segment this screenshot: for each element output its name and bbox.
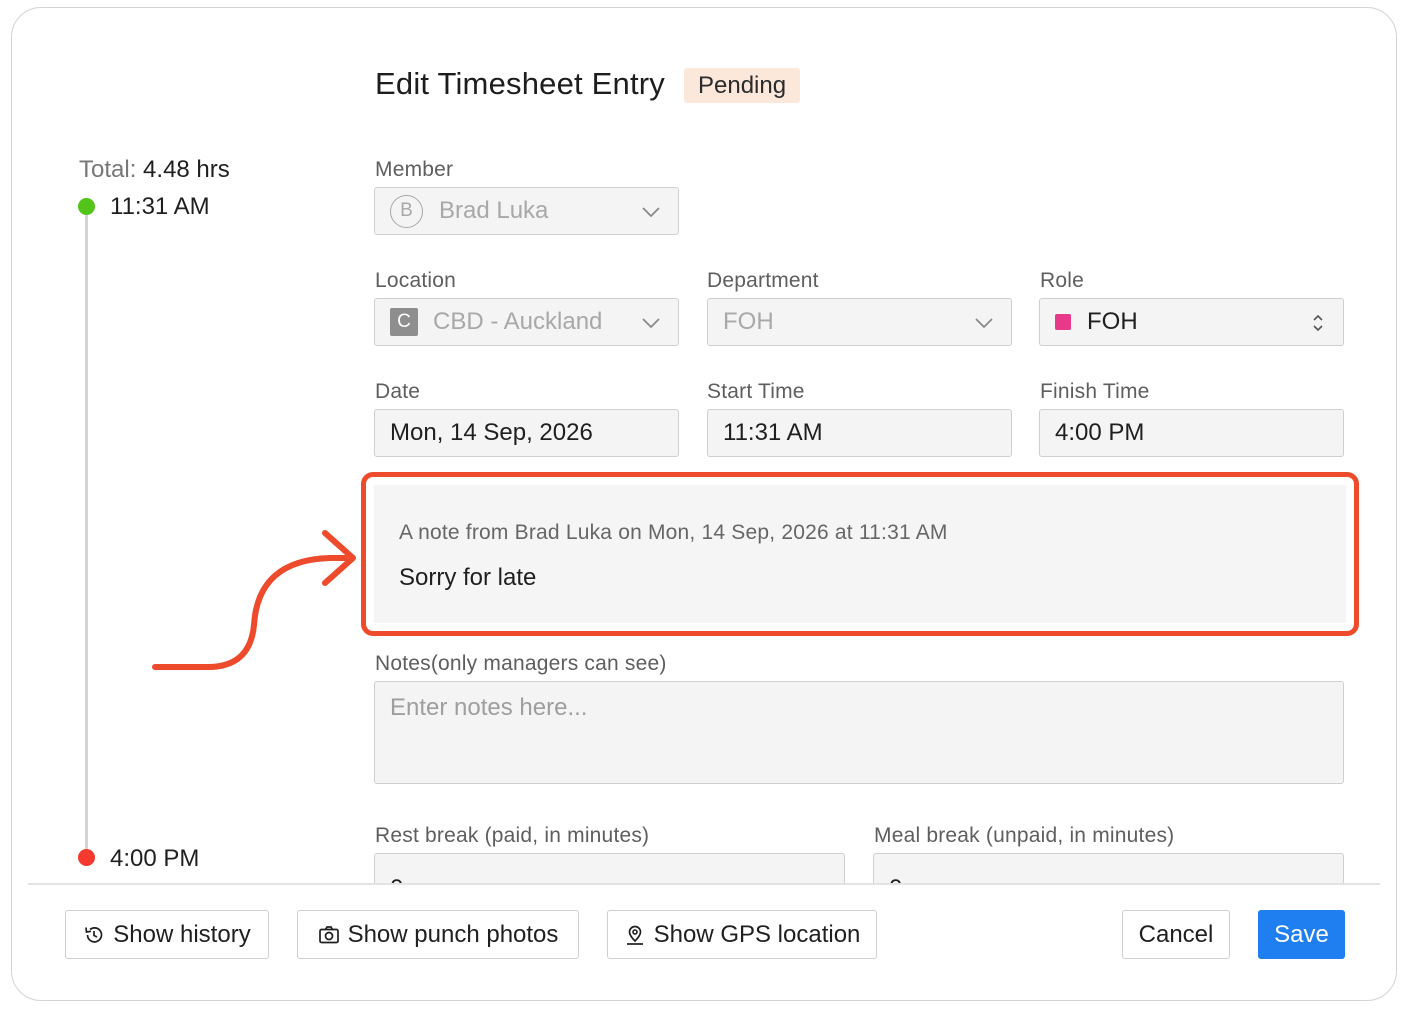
chevron-down-icon <box>973 312 995 334</box>
rest-break-input[interactable]: 0 <box>374 853 845 883</box>
member-label: Member <box>375 158 454 181</box>
manager-notes-textarea[interactable]: Enter notes here... <box>374 681 1344 784</box>
show-history-button[interactable]: Show history <box>65 910 269 959</box>
callout-arrow-icon <box>152 530 356 670</box>
date-value: Mon, 14 Sep, 2026 <box>390 419 593 446</box>
note-text: Sorry for late <box>399 564 537 591</box>
role-color-swatch <box>1055 314 1071 330</box>
meal-break-value: 0 <box>889 875 902 883</box>
show-gps-location-button[interactable]: Show GPS location <box>607 910 877 959</box>
role-value: FOH <box>1087 308 1138 335</box>
timeline-start-time: 11:31 AM <box>110 193 210 220</box>
status-badge: Pending <box>684 68 801 103</box>
location-badge: C <box>390 308 418 336</box>
cancel-label: Cancel <box>1138 920 1214 948</box>
chevron-down-icon <box>640 201 662 223</box>
start-time-input[interactable]: 11:31 AM <box>707 409 1012 457</box>
date-label: Date <box>375 380 421 403</box>
save-button[interactable]: Save <box>1258 910 1345 959</box>
show-punch-photos-label: Show punch photos <box>347 920 559 948</box>
location-pin-icon <box>624 924 646 946</box>
total-hours: Total: 4.48 hrs <box>79 156 230 184</box>
total-value: 4.48 hrs <box>143 156 230 183</box>
member-value: Brad Luka <box>439 197 549 224</box>
location-label: Location <box>375 269 456 292</box>
finish-time-input[interactable]: 4:00 PM <box>1039 409 1344 457</box>
timeline-line <box>85 206 88 858</box>
history-icon <box>83 924 105 946</box>
meal-break-label: Meal break (unpaid, in minutes) <box>874 824 1175 847</box>
manager-notes-label: Notes(only managers can see) <box>375 652 667 675</box>
start-dot <box>78 198 95 215</box>
select-arrows-icon <box>1311 310 1325 336</box>
show-punch-photos-button[interactable]: Show punch photos <box>297 910 579 959</box>
member-select: B Brad Luka <box>374 187 679 235</box>
page-title: Edit Timesheet Entry <box>375 66 666 101</box>
employee-note-highlight: A note from Brad Luka on Mon, 14 Sep, 20… <box>361 472 1359 636</box>
rest-break-value: 0 <box>390 875 403 883</box>
start-time-label: Start Time <box>707 380 805 403</box>
chevron-down-icon <box>640 312 662 334</box>
role-select[interactable]: FOH <box>1039 298 1344 346</box>
end-dot <box>78 849 95 866</box>
member-avatar: B <box>390 194 423 228</box>
meal-break-input[interactable]: 0 <box>873 853 1344 883</box>
employee-note <box>374 485 1346 623</box>
footer-divider <box>28 883 1380 885</box>
finish-time-label: Finish Time <box>1040 380 1150 403</box>
start-time-value: 11:31 AM <box>723 419 823 446</box>
camera-icon <box>318 924 340 946</box>
show-gps-location-label: Show GPS location <box>653 920 861 948</box>
total-label: Total: <box>79 156 137 183</box>
role-label: Role <box>1040 269 1084 292</box>
date-input[interactable]: Mon, 14 Sep, 2026 <box>374 409 679 457</box>
note-meta: A note from Brad Luka on Mon, 14 Sep, 20… <box>399 521 948 544</box>
department-value: FOH <box>723 308 774 335</box>
timeline-end-time: 4:00 PM <box>110 845 200 872</box>
scrollable-content[interactable]: Edit Timesheet Entry Pending Total: 4.48… <box>0 0 1408 883</box>
department-label: Department <box>707 269 819 292</box>
rest-break-label: Rest break (paid, in minutes) <box>375 824 650 847</box>
save-label: Save <box>1274 920 1329 948</box>
finish-time-value: 4:00 PM <box>1055 419 1145 446</box>
show-history-label: Show history <box>113 920 251 948</box>
location-value: CBD - Auckland <box>433 308 603 335</box>
cancel-button[interactable]: Cancel <box>1122 910 1230 959</box>
department-select: FOH <box>707 298 1012 346</box>
location-select: C CBD - Auckland <box>374 298 679 346</box>
